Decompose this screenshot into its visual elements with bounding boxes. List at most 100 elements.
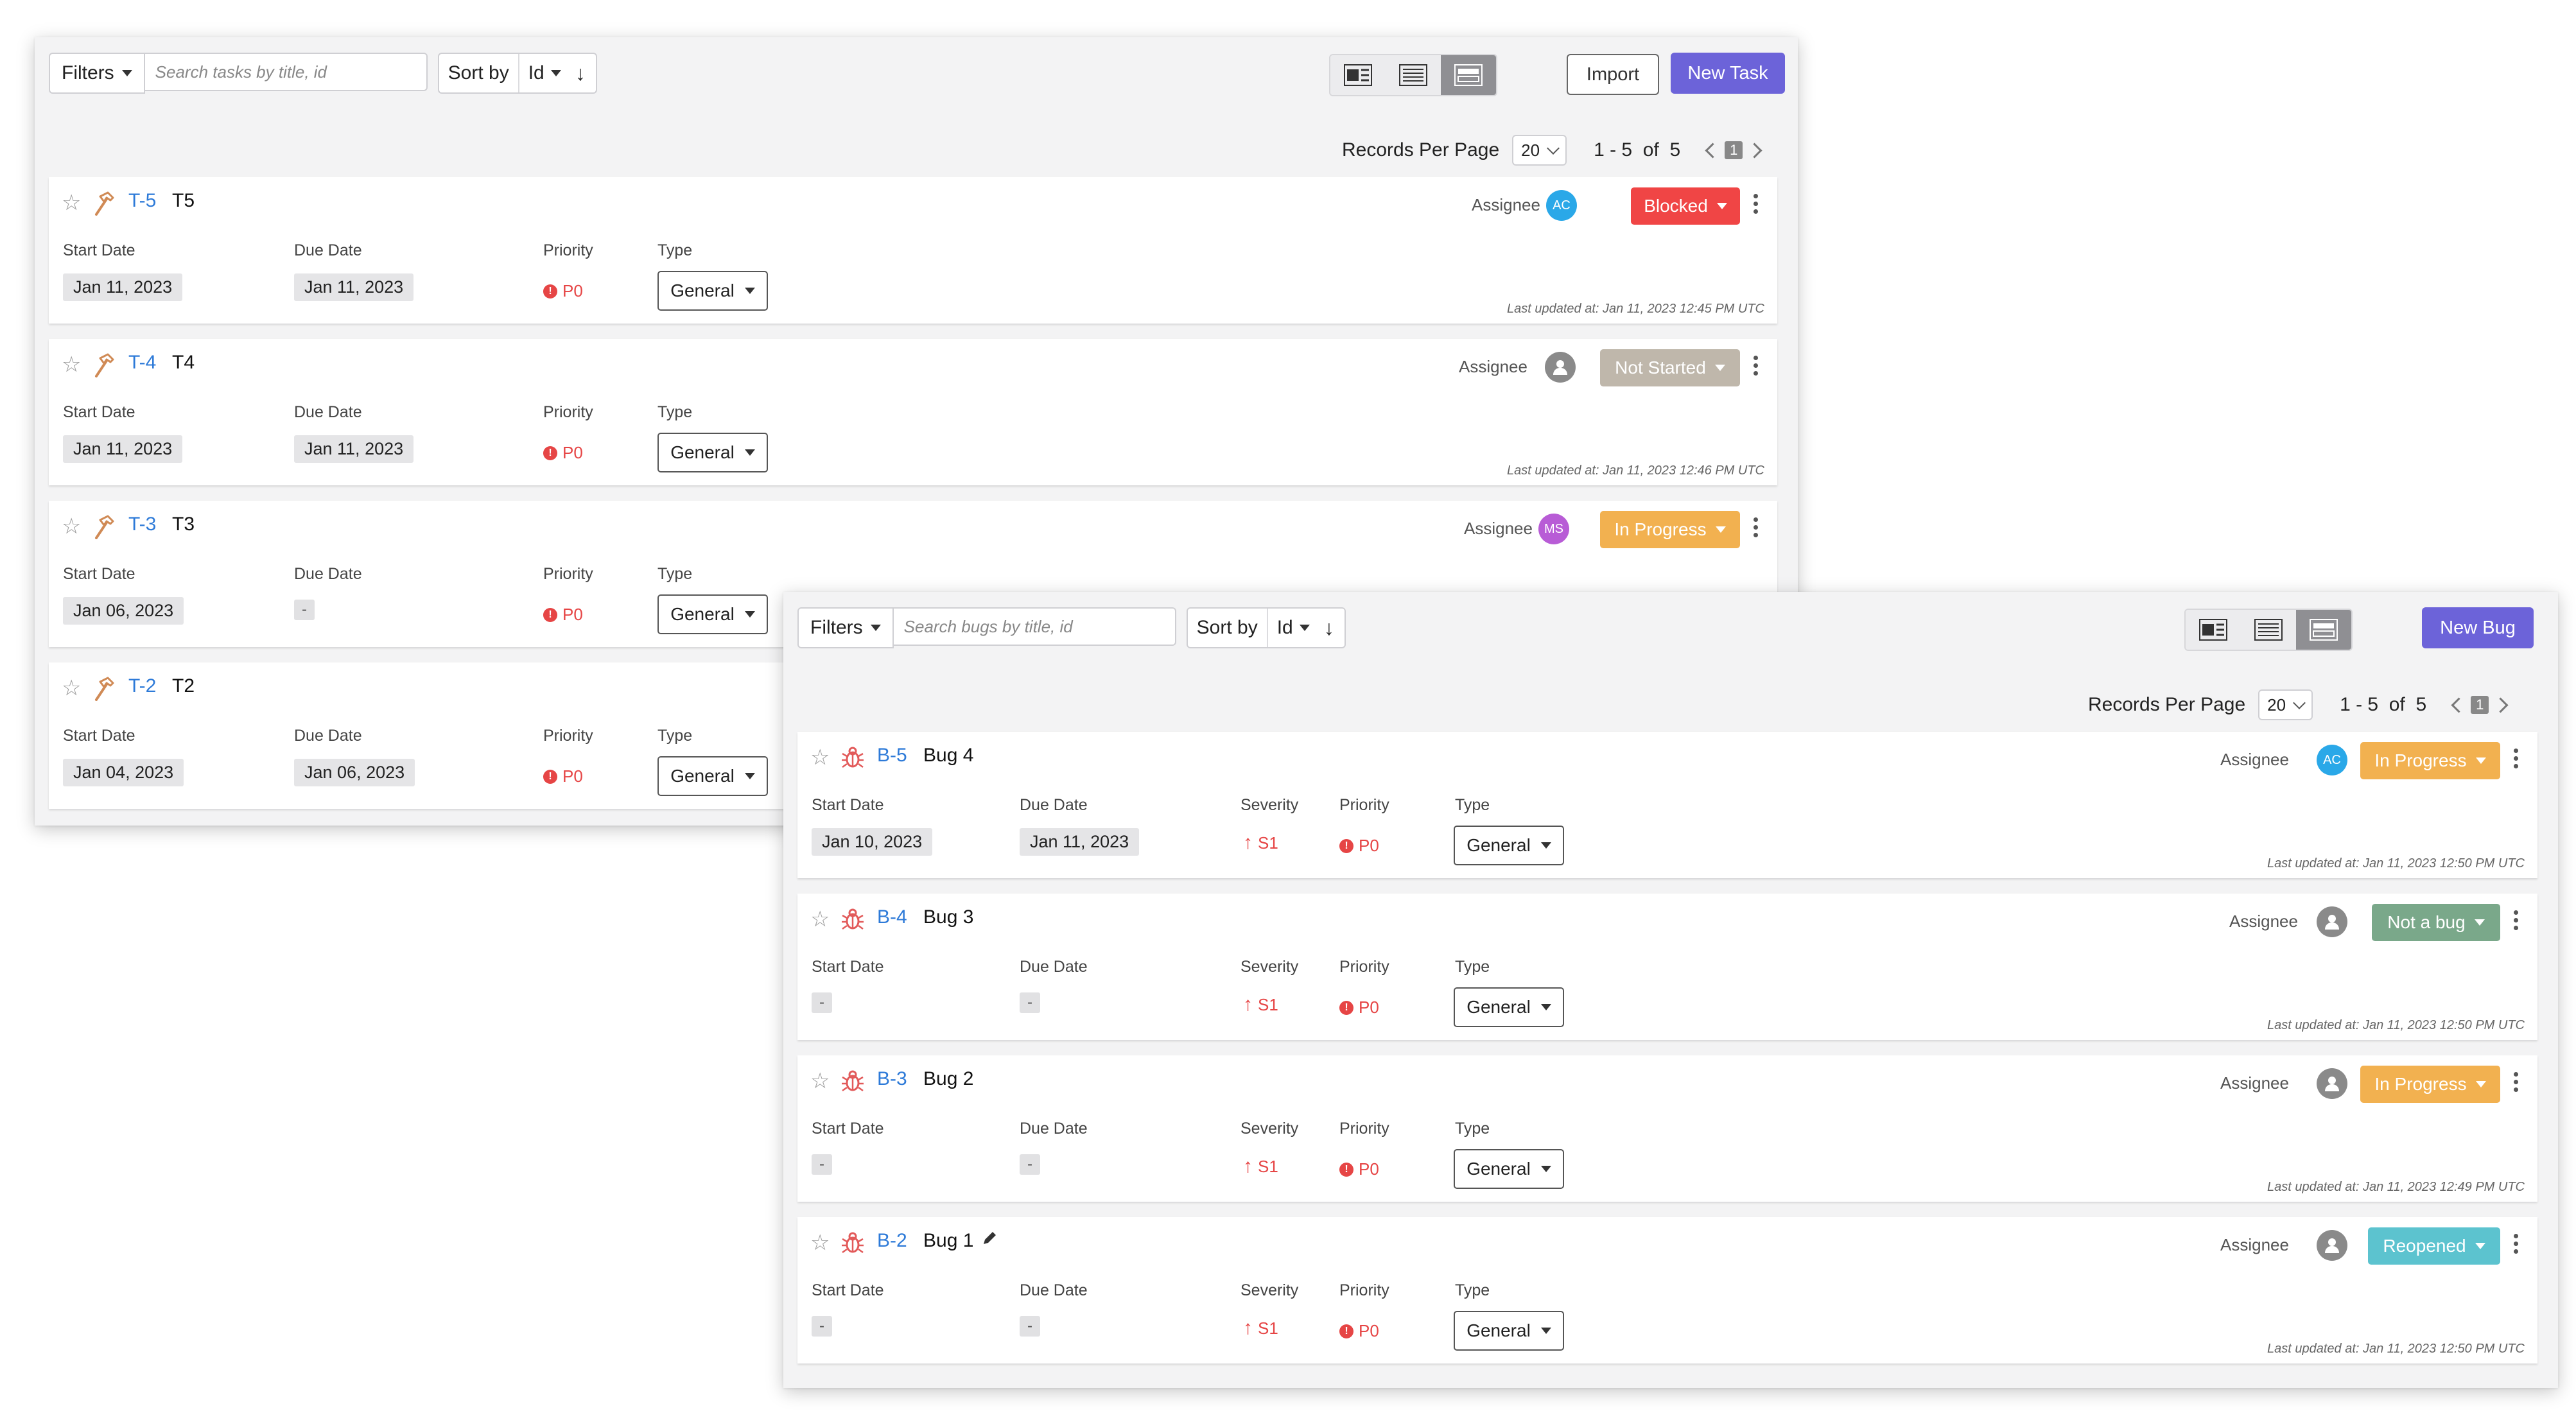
more-options-icon[interactable] <box>1753 194 1758 214</box>
priority-alert-icon: ! <box>1339 1324 1353 1338</box>
bugs-panel: Filters Sort by Id ↓ New Bug Records Per… <box>783 592 2558 1388</box>
bug-card[interactable]: ☆ B-2 Bug 1 Start Date Due Date Severity Prior… <box>797 1217 2537 1363</box>
avatar[interactable]: AC <box>2317 745 2347 775</box>
list-view-icon[interactable] <box>1386 55 1441 95</box>
avatar[interactable]: MS <box>1538 514 1569 544</box>
more-options-icon[interactable] <box>2513 1072 2518 1092</box>
status-dropdown[interactable]: In Progress <box>1600 511 1740 548</box>
status-dropdown[interactable]: In Progress <box>2360 1066 2500 1103</box>
new-bug-button[interactable]: New Bug <box>2422 607 2534 648</box>
star-icon[interactable]: ☆ <box>62 675 81 701</box>
user-icon <box>2325 1077 2339 1091</box>
avatar[interactable] <box>2317 906 2347 937</box>
start-date-label: Start Date <box>63 403 135 421</box>
star-icon[interactable]: ☆ <box>62 514 81 539</box>
current-page[interactable]: 1 <box>1725 141 1743 159</box>
star-icon[interactable]: ☆ <box>62 352 81 377</box>
status-dropdown[interactable]: Blocked <box>1631 187 1740 225</box>
type-value: General <box>670 604 735 624</box>
next-page-icon[interactable] <box>2493 697 2509 713</box>
status-dropdown[interactable]: Not Started <box>1600 349 1740 386</box>
bug-card[interactable]: ☆ B-5 Bug 4 Start Date Due Date Severity Prior… <box>797 732 2537 878</box>
status-dropdown[interactable]: Not a bug <box>2372 904 2500 941</box>
task-card[interactable]: ☆ T-4 T4 Start Date Due Date Priority Type Jan … <box>49 339 1777 485</box>
bug-card[interactable]: ☆ B-4 Bug 3 Start Date Due Date Severity Prior… <box>797 894 2537 1040</box>
compact-view-icon[interactable] <box>1441 55 1496 95</box>
compact-view-icon[interactable] <box>2296 610 2351 650</box>
bug-title[interactable]: Bug 4 <box>923 745 973 766</box>
task-id-link[interactable]: T-3 <box>128 514 156 535</box>
type-value: General <box>670 281 735 300</box>
star-icon[interactable]: ☆ <box>62 190 81 216</box>
bug-id-link[interactable]: B-3 <box>877 1068 907 1090</box>
bug-title[interactable]: Bug 3 <box>923 906 973 928</box>
sort-control[interactable]: Sort by Id ↓ <box>1186 607 1346 648</box>
sort-control[interactable]: Sort by Id ↓ <box>437 53 597 94</box>
sort-direction-button[interactable]: ↓ <box>1319 609 1345 647</box>
type-select[interactable]: General <box>657 271 768 311</box>
status-dropdown[interactable]: Reopened <box>2368 1227 2500 1265</box>
sort-direction-button[interactable]: ↓ <box>570 54 596 92</box>
avatar[interactable] <box>2317 1230 2347 1261</box>
priority-badge: ! P0 <box>543 281 583 301</box>
more-options-icon[interactable] <box>2513 1234 2518 1254</box>
prev-page-icon[interactable] <box>2451 697 2467 713</box>
type-value: General <box>670 766 735 786</box>
star-icon[interactable]: ☆ <box>810 906 830 932</box>
type-select[interactable]: General <box>1454 1311 1564 1351</box>
task-title[interactable]: T3 <box>172 514 195 535</box>
search-input[interactable] <box>144 53 428 91</box>
star-icon[interactable]: ☆ <box>810 745 830 770</box>
status-dropdown[interactable]: In Progress <box>2360 742 2500 779</box>
task-id-link[interactable]: T-5 <box>128 190 156 212</box>
star-icon[interactable]: ☆ <box>810 1068 830 1094</box>
task-title[interactable]: T4 <box>172 352 195 374</box>
card-view-icon[interactable] <box>2186 610 2241 650</box>
bug-card[interactable]: ☆ B-3 Bug 2 Start Date Due Date Severity Prior… <box>797 1055 2537 1202</box>
card-view-icon[interactable] <box>1330 55 1386 95</box>
more-options-icon[interactable] <box>1753 356 1758 376</box>
type-select[interactable]: General <box>657 594 768 634</box>
severity-badge: ↑ S1 <box>1243 1156 1278 1177</box>
task-title[interactable]: T5 <box>172 190 195 212</box>
records-per-page-select[interactable]: 20 <box>2258 689 2313 720</box>
filters-button[interactable]: Filters <box>49 53 145 94</box>
type-select[interactable]: General <box>657 433 768 472</box>
new-task-button[interactable]: New Task <box>1671 53 1785 94</box>
task-card[interactable]: ☆ T-5 T5 Start Date Due Date Priority Type Jan … <box>49 177 1777 324</box>
bug-id-link[interactable]: B-2 <box>877 1230 907 1252</box>
next-page-icon[interactable] <box>1746 142 1762 159</box>
sort-field-select[interactable]: Id <box>519 54 570 92</box>
current-page[interactable]: 1 <box>2471 696 2489 714</box>
star-icon[interactable]: ☆ <box>810 1230 830 1256</box>
task-id-link[interactable]: T-2 <box>128 675 156 697</box>
records-per-page-select[interactable]: 20 <box>1512 135 1567 166</box>
list-view-icon[interactable] <box>2241 610 2296 650</box>
sort-field-value: Id <box>1276 617 1293 638</box>
type-select[interactable]: General <box>1454 1149 1564 1189</box>
filters-button[interactable]: Filters <box>797 607 894 648</box>
import-button[interactable]: Import <box>1567 54 1659 95</box>
bug-title[interactable]: Bug 1 <box>923 1230 998 1252</box>
bug-id-link[interactable]: B-5 <box>877 745 907 766</box>
type-select[interactable]: General <box>1454 987 1564 1027</box>
avatar[interactable] <box>1545 352 1576 383</box>
bug-id-link[interactable]: B-4 <box>877 906 907 928</box>
more-options-icon[interactable] <box>2513 910 2518 930</box>
more-options-icon[interactable] <box>1753 517 1758 537</box>
avatar[interactable]: AC <box>1546 190 1577 221</box>
task-title[interactable]: T2 <box>172 675 195 697</box>
pencil-icon[interactable] <box>981 1230 998 1252</box>
task-id-link[interactable]: T-4 <box>128 352 156 374</box>
caret-down-icon <box>744 449 755 456</box>
type-select[interactable]: General <box>657 756 768 796</box>
severity-value: S1 <box>1258 1156 1278 1176</box>
avatar[interactable] <box>2317 1068 2347 1099</box>
prev-page-icon[interactable] <box>1705 142 1721 159</box>
start-date-value: - <box>812 1154 832 1175</box>
sort-field-select[interactable]: Id <box>1268 609 1319 647</box>
more-options-icon[interactable] <box>2513 749 2518 768</box>
bug-title[interactable]: Bug 2 <box>923 1068 973 1090</box>
type-select[interactable]: General <box>1454 826 1564 865</box>
search-input[interactable] <box>893 607 1176 646</box>
